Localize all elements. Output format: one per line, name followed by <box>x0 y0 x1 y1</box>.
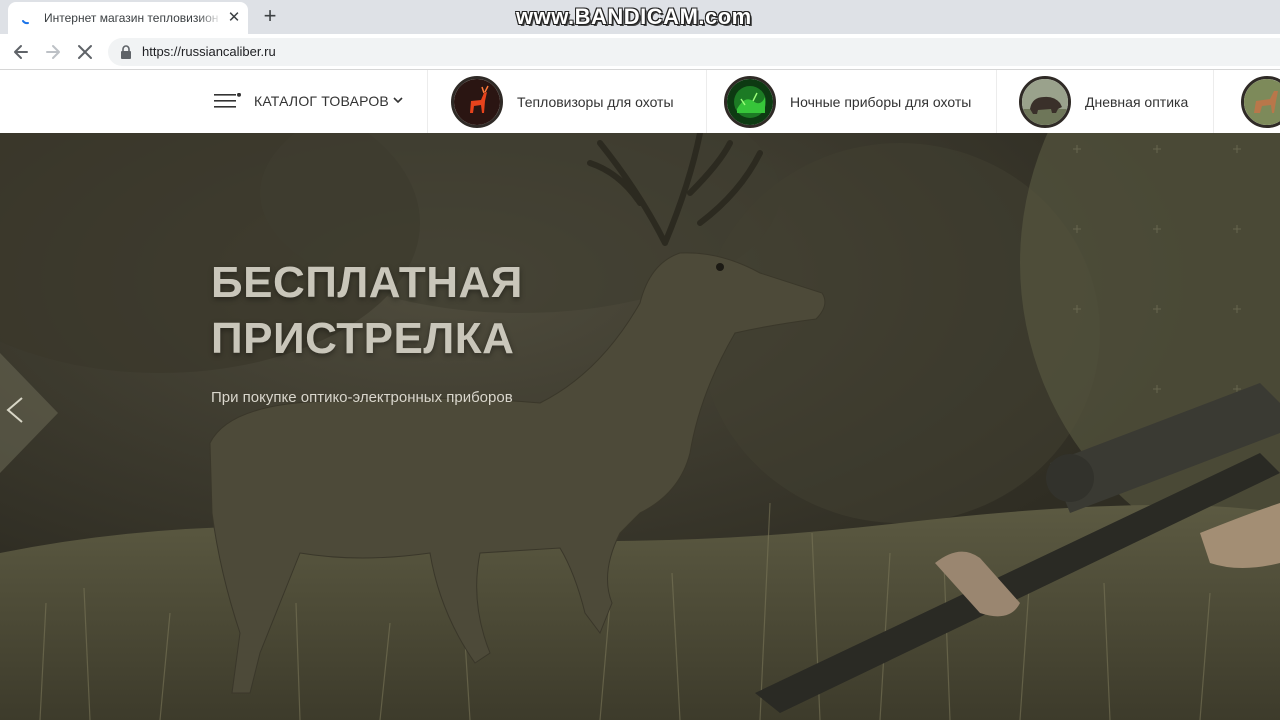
category-label: Дневная оптика <box>1085 94 1189 110</box>
browser-tab[interactable]: Интернет магазин тепловизион ✕ <box>8 2 248 34</box>
hero-subtitle: При покупке оптико-электронных приборов <box>211 389 513 406</box>
hero-banner[interactable]: БЕСПЛАТНАЯ ПРИСТРЕЛКА При покупке оптико… <box>0 133 1280 720</box>
header-divider <box>1213 70 1214 133</box>
header-divider <box>427 70 428 133</box>
header-divider <box>996 70 997 133</box>
menu-icon <box>214 93 241 108</box>
category-label: Тепловизоры для охоты <box>517 94 674 110</box>
forward-arrow-icon[interactable] <box>42 41 64 63</box>
category-label: Ночные приборы для охоты <box>790 94 972 110</box>
address-bar[interactable]: https://russiancaliber.ru <box>108 38 1280 66</box>
back-arrow-icon[interactable] <box>10 41 32 63</box>
tab-title-fade <box>198 6 222 28</box>
new-tab-button[interactable]: + <box>258 5 282 28</box>
thermal-deer-thumbnail-icon <box>451 76 503 128</box>
lock-icon <box>121 45 131 59</box>
category-night-vision[interactable]: Ночные приборы для охоты <box>724 76 994 128</box>
tab-close-icon[interactable]: ✕ <box>226 10 242 26</box>
night-vision-thumbnail-icon <box>724 76 776 128</box>
stop-loading-icon[interactable] <box>74 41 96 63</box>
category-thermal[interactable]: Тепловизоры для охоты <box>451 76 691 128</box>
browser-tab-bar: Интернет магазин тепловизион ✕ + www.BAN… <box>0 0 1280 34</box>
category-day-optics[interactable]: Дневная оптика <box>1019 76 1209 128</box>
chevron-down-icon <box>393 97 403 104</box>
boar-thumbnail-icon <box>1019 76 1071 128</box>
recording-watermark: www.BANDICAM.com <box>516 4 752 29</box>
hero-title-line: БЕСПЛАТНАЯ <box>211 258 523 307</box>
url-text[interactable]: https://russiancaliber.ru <box>142 45 276 59</box>
tab-title: Интернет магазин тепловизион <box>44 11 219 25</box>
catalog-menu-button[interactable]: КАТАЛОГ ТОВАРОВ <box>214 88 414 114</box>
browser-toolbar: https://russiancaliber.ru <box>0 34 1280 70</box>
hero-background-image <box>0 133 1280 720</box>
loading-spinner-icon <box>22 20 29 25</box>
catalog-label: КАТАЛОГ ТОВАРОВ <box>254 93 389 109</box>
deer-thumbnail-icon <box>1241 76 1280 128</box>
hero-title: БЕСПЛАТНАЯ ПРИСТРЕЛКА <box>211 255 523 367</box>
header-divider <box>706 70 707 133</box>
site-header: КАТАЛОГ ТОВАРОВ Тепловизоры для охоты Но… <box>0 70 1280 133</box>
slider-prev-arrow-icon[interactable] <box>0 353 60 473</box>
hero-title-line: ПРИСТРЕЛКА <box>211 314 515 363</box>
category-partial[interactable] <box>1241 76 1280 128</box>
